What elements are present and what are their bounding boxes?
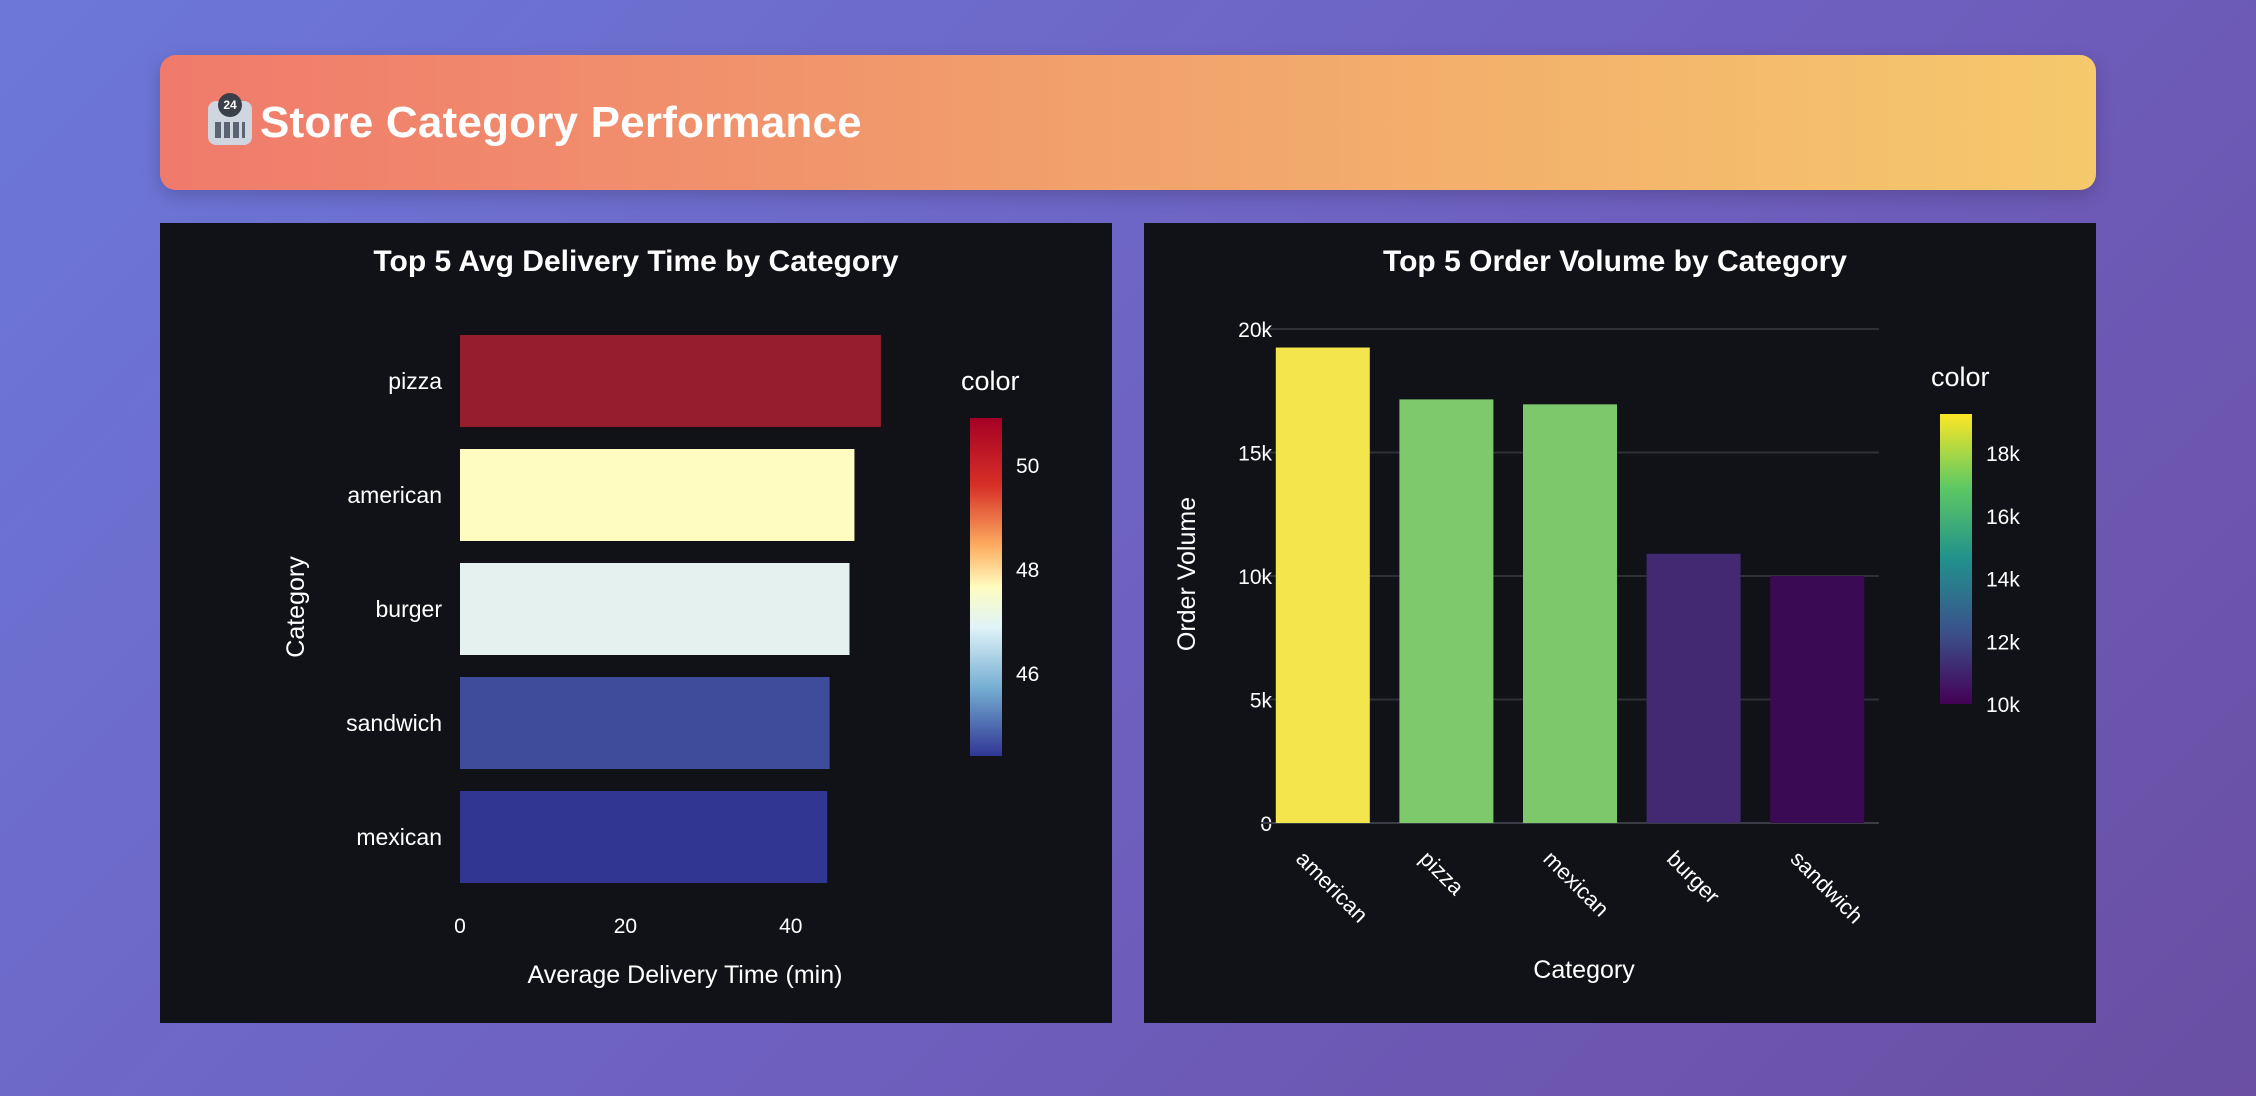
y-tick-label: mexican bbox=[356, 824, 442, 850]
y-tick-label: 15k bbox=[1238, 443, 1272, 466]
y-tick-label: 20k bbox=[1238, 319, 1272, 342]
icon-badge: 24 bbox=[218, 92, 242, 117]
x-tick-label: american bbox=[1291, 846, 1373, 928]
x-tick-label: burger bbox=[1662, 846, 1725, 909]
bar-mexican bbox=[460, 791, 828, 883]
bar-american bbox=[1275, 347, 1370, 823]
delivery-time-chart: Top 5 Avg Delivery Time by Category pizza… bbox=[282, 245, 1039, 989]
colorbar-title: color bbox=[1931, 362, 1990, 392]
colorbar-tick-label: 46 bbox=[1016, 663, 1039, 686]
colorbar-tick-label: 12k bbox=[1986, 631, 2020, 654]
y-tick-label: american bbox=[347, 482, 442, 508]
y-tick-label: pizza bbox=[388, 368, 442, 394]
x-tick-label: 20 bbox=[614, 915, 637, 938]
bar-sandwich bbox=[1770, 576, 1865, 823]
x-tick-label: pizza bbox=[1415, 846, 1470, 901]
x-tick-label: 0 bbox=[454, 915, 466, 938]
x-axis-label: Average Delivery Time (min) bbox=[528, 961, 843, 989]
colorbar-tick-label: 10k bbox=[1986, 694, 2020, 717]
header-banner: 24 Store Category Performance bbox=[160, 55, 2096, 190]
chart-title: Top 5 Avg Delivery Time by Category bbox=[373, 245, 898, 278]
y-tick-label: sandwich bbox=[346, 710, 442, 736]
convenience-store-icon: 24 bbox=[208, 92, 252, 145]
page-title: Store Category Performance bbox=[260, 97, 862, 147]
x-axis-label: Category bbox=[1533, 956, 1635, 984]
colorbar-tick-label: 14k bbox=[1986, 569, 2020, 592]
colorbar-gradient bbox=[1940, 414, 1972, 704]
delivery-time-chart-panel: Top 5 Avg Delivery Time by Category pizza… bbox=[160, 223, 1112, 1023]
y-tick-label: 0 bbox=[1260, 813, 1272, 836]
x-tick-label: sandwich bbox=[1786, 846, 1869, 929]
y-tick-label: 5k bbox=[1250, 690, 1273, 713]
y-tick-label: burger bbox=[376, 596, 443, 622]
y-axis-label: Category bbox=[282, 556, 310, 658]
bar-burger bbox=[1646, 553, 1741, 823]
y-tick-label: 10k bbox=[1238, 566, 1272, 589]
colorbar-tick-label: 50 bbox=[1016, 455, 1039, 478]
colorbar-gradient bbox=[970, 418, 1002, 756]
colorbar-tick-label: 18k bbox=[1986, 443, 2020, 466]
bar-sandwich bbox=[460, 677, 830, 769]
colorbar-tick-label: 16k bbox=[1986, 506, 2020, 529]
order-volume-chart-panel: Top 5 Order Volume by Category 0 5k 10k 15k 2… bbox=[1144, 223, 2096, 1023]
colorbar-tick-label: 48 bbox=[1016, 559, 1039, 582]
x-tick-label: mexican bbox=[1538, 846, 1614, 922]
order-volume-chart: Top 5 Order Volume by Category 0 5k 10k 15k 2… bbox=[1173, 245, 2020, 984]
bar-burger bbox=[460, 563, 850, 655]
x-tick-label: 40 bbox=[779, 915, 802, 938]
chart-title: Top 5 Order Volume by Category bbox=[1383, 245, 1847, 278]
y-axis-label: Order Volume bbox=[1173, 497, 1201, 651]
colorbar-title: color bbox=[961, 366, 1020, 396]
bar-pizza bbox=[460, 335, 881, 427]
bar-american bbox=[460, 449, 855, 541]
bar-pizza bbox=[1399, 399, 1494, 823]
bar-mexican bbox=[1523, 404, 1617, 823]
